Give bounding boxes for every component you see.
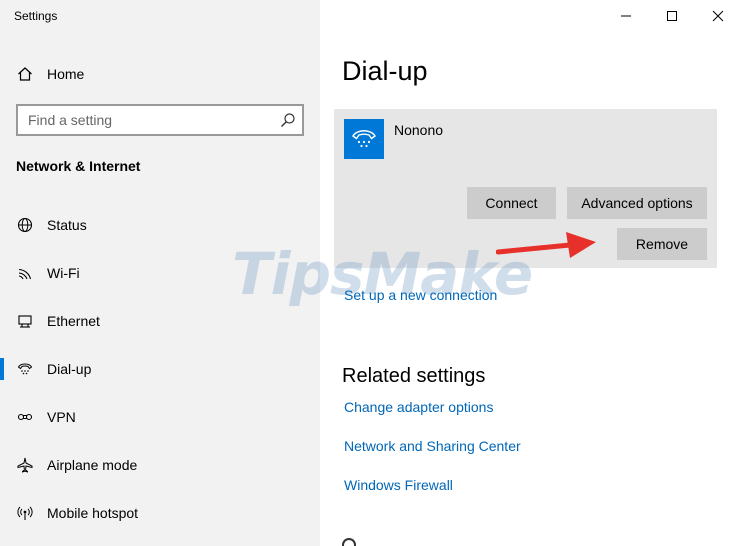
minimize-icon <box>621 15 631 17</box>
dialup-connection-icon <box>344 119 384 159</box>
sidebar-item-dialup[interactable]: Dial-up <box>0 345 320 393</box>
close-button[interactable] <box>695 0 731 32</box>
search-icon[interactable] <box>280 112 296 128</box>
sidebar-item-label: Ethernet <box>47 313 100 329</box>
maximize-button[interactable] <box>649 0 695 32</box>
sidebar-item-label: Wi-Fi <box>47 265 80 281</box>
wifi-icon <box>16 264 34 282</box>
window-title: Settings <box>14 9 58 23</box>
sidebar: Settings Home Network & Internet Status … <box>0 0 320 546</box>
connect-button[interactable]: Connect <box>467 187 556 219</box>
home-nav-item[interactable]: Home <box>16 64 84 84</box>
home-label: Home <box>47 66 85 82</box>
windows-firewall-link[interactable]: Windows Firewall <box>344 477 453 493</box>
sidebar-item-label: Airplane mode <box>47 457 138 473</box>
page-title: Dial-up <box>342 56 428 86</box>
sidebar-item-mobile-hotspot[interactable]: Mobile hotspot <box>0 489 320 537</box>
airplane-icon <box>16 456 34 474</box>
sidebar-item-airplane-mode[interactable]: Airplane mode <box>0 441 320 489</box>
sidebar-item-label: Status <box>47 217 87 233</box>
sidebar-item-label: VPN <box>47 409 76 425</box>
connection-name: Nonono <box>394 122 444 138</box>
search-box[interactable] <box>16 104 304 136</box>
setup-new-connection-link[interactable]: Set up a new connection <box>344 287 497 303</box>
advanced-options-button[interactable]: Advanced options <box>567 187 707 219</box>
globe-icon <box>16 216 34 234</box>
search-input[interactable] <box>28 112 268 128</box>
partial-icon <box>342 538 356 546</box>
sidebar-item-status[interactable]: Status <box>0 201 320 249</box>
vpn-icon <box>16 408 34 426</box>
sidebar-item-ethernet[interactable]: Ethernet <box>0 297 320 345</box>
hotspot-icon <box>16 504 34 522</box>
maximize-icon <box>667 11 677 21</box>
red-arrow-icon <box>496 232 596 258</box>
sidebar-item-wifi[interactable]: Wi-Fi <box>0 249 320 297</box>
sidebar-item-label: Mobile hotspot <box>47 505 139 521</box>
sidebar-item-vpn[interactable]: VPN <box>0 393 320 441</box>
ethernet-icon <box>16 312 34 330</box>
section-title: Network & Internet <box>16 158 141 174</box>
change-adapter-options-link[interactable]: Change adapter options <box>344 399 493 415</box>
network-sharing-center-link[interactable]: Network and Sharing Center <box>344 438 521 454</box>
minimize-button[interactable] <box>603 0 649 32</box>
phone-icon <box>16 360 34 378</box>
home-icon <box>16 65 34 83</box>
sidebar-item-label: Dial-up <box>47 361 92 377</box>
related-settings-title: Related settings <box>342 365 486 387</box>
remove-button[interactable]: Remove <box>617 228 707 260</box>
close-icon <box>712 10 724 22</box>
